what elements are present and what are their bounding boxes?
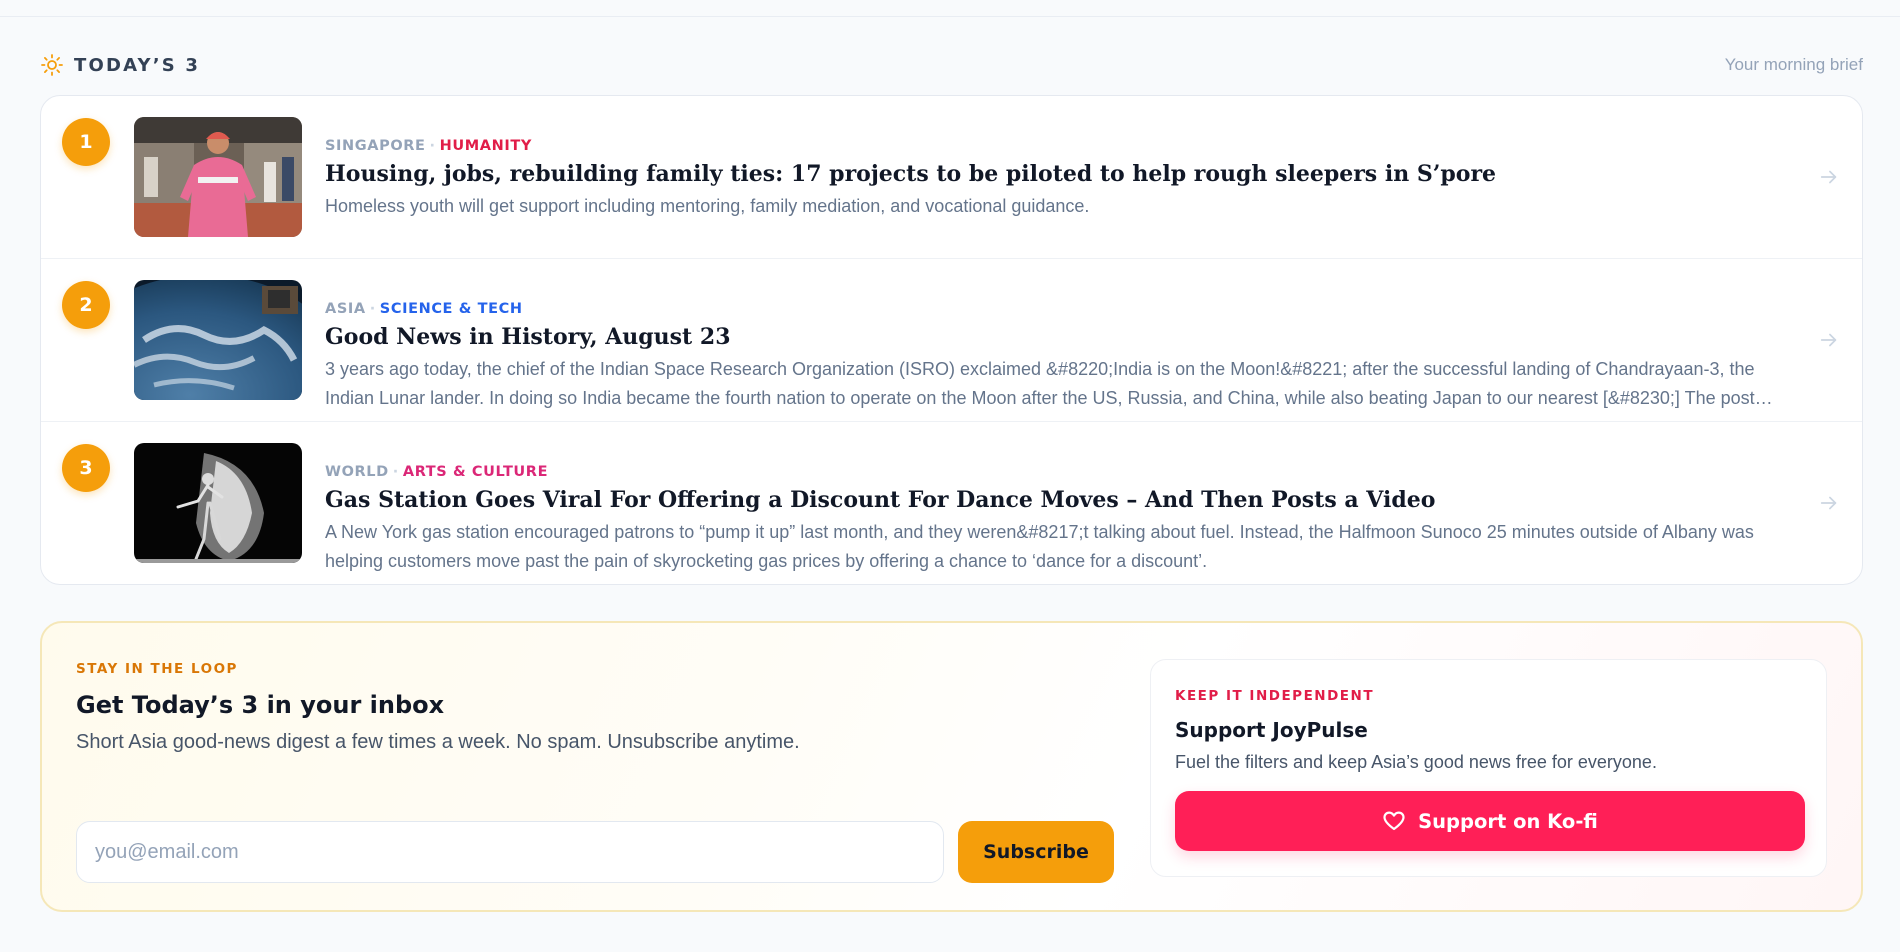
story-meta: ASIA · SCIENCE & TECH bbox=[325, 300, 1792, 318]
story-headline[interactable]: Gas Station Goes Viral For Offering a Di… bbox=[325, 486, 1792, 514]
rank-badge: 3 bbox=[62, 444, 110, 492]
story-item-1[interactable]: 1 SINGAPORE · HUMANITY Housing, jobs, re… bbox=[41, 96, 1862, 259]
earth-photo bbox=[134, 280, 302, 400]
rank-badge: 1 bbox=[62, 118, 110, 166]
newsletter-section: STAY IN THE LOOP Get Today’s 3 in your i… bbox=[76, 661, 1114, 883]
story-summary: A New York gas station encouraged patron… bbox=[325, 522, 1754, 571]
support-eyebrow: KEEP IT INDEPENDENT bbox=[1175, 688, 1375, 704]
arrow-right-icon[interactable] bbox=[1818, 166, 1840, 188]
newsletter-form: Subscribe bbox=[76, 821, 1114, 883]
arrow-right-icon[interactable] bbox=[1818, 329, 1840, 351]
story-text: WORLD · ARTS & CULTURE Gas Station Goes Vi… bbox=[325, 463, 1792, 576]
sun-icon bbox=[41, 54, 63, 76]
story-thumbnail[interactable] bbox=[134, 443, 302, 563]
story-region: WORLD bbox=[325, 464, 389, 480]
story-text: SINGAPORE · HUMANITY Housing, jobs, rebuil… bbox=[325, 137, 1792, 221]
story-summary: 3 years ago today, the chief of the Indi… bbox=[325, 359, 1755, 408]
support-kofi-label: Support on Ko-fi bbox=[1418, 809, 1598, 833]
newsletter-eyebrow: STAY IN THE LOOP bbox=[76, 661, 238, 677]
story-category[interactable]: ARTS & CULTURE bbox=[403, 464, 548, 480]
story-category[interactable]: SCIENCE & TECH bbox=[380, 301, 523, 317]
rank-badge: 2 bbox=[62, 281, 110, 329]
support-title: Support JoyPulse bbox=[1175, 718, 1368, 742]
volunteer-photo bbox=[134, 117, 302, 237]
section-subtitle: Your morning brief bbox=[1724, 55, 1863, 74]
story-summary: Homeless youth will get support includin… bbox=[325, 196, 1090, 216]
support-card: KEEP IT INDEPENDENT Support JoyPulse Fue… bbox=[1150, 659, 1827, 877]
story-text: ASIA · SCIENCE & TECH Good News in History… bbox=[325, 300, 1792, 413]
stories-list: 1 SINGAPORE · HUMANITY Housing, jobs, re… bbox=[40, 95, 1863, 585]
story-item-2[interactable]: 2 ASIA · SCIENCE & TECH Good News in His… bbox=[41, 259, 1862, 422]
story-region: SINGAPORE bbox=[325, 138, 426, 154]
subscribe-button[interactable]: Subscribe bbox=[958, 821, 1114, 883]
meta-separator: · bbox=[369, 301, 376, 317]
story-item-3[interactable]: 3 WORLD · ARTS & CULTURE Gas Station Goes … bbox=[41, 422, 1862, 584]
support-kofi-button[interactable]: Support on Ko-fi bbox=[1175, 791, 1805, 851]
dancer-photo bbox=[134, 443, 302, 563]
section-title-group: TODAY’S 3 bbox=[40, 53, 200, 77]
newsletter-title: Get Today’s 3 in your inbox bbox=[76, 691, 445, 719]
section-title: TODAY’S 3 bbox=[74, 54, 201, 76]
promo-panel: STAY IN THE LOOP Get Today’s 3 in your i… bbox=[40, 621, 1863, 912]
section-header: TODAY’S 3 Your morning brief bbox=[40, 52, 1863, 78]
story-meta: SINGAPORE · HUMANITY bbox=[325, 137, 1792, 155]
meta-separator: · bbox=[392, 464, 399, 480]
story-category[interactable]: HUMANITY bbox=[440, 138, 532, 154]
story-headline[interactable]: Housing, jobs, rebuilding family ties: 1… bbox=[325, 160, 1792, 188]
heart-icon bbox=[1383, 811, 1405, 831]
meta-separator: · bbox=[429, 138, 436, 154]
arrow-right-icon[interactable] bbox=[1818, 492, 1840, 514]
header-divider bbox=[0, 16, 1900, 17]
story-thumbnail[interactable] bbox=[134, 280, 302, 400]
story-thumbnail[interactable] bbox=[134, 117, 302, 237]
email-input[interactable] bbox=[76, 821, 944, 883]
support-description: Fuel the filters and keep Asia’s good ne… bbox=[1175, 752, 1657, 772]
story-region: ASIA bbox=[325, 301, 366, 317]
newsletter-description: Short Asia good-news digest a few times … bbox=[76, 731, 800, 753]
story-meta: WORLD · ARTS & CULTURE bbox=[325, 463, 1792, 481]
story-headline[interactable]: Good News in History, August 23 bbox=[325, 323, 1792, 351]
